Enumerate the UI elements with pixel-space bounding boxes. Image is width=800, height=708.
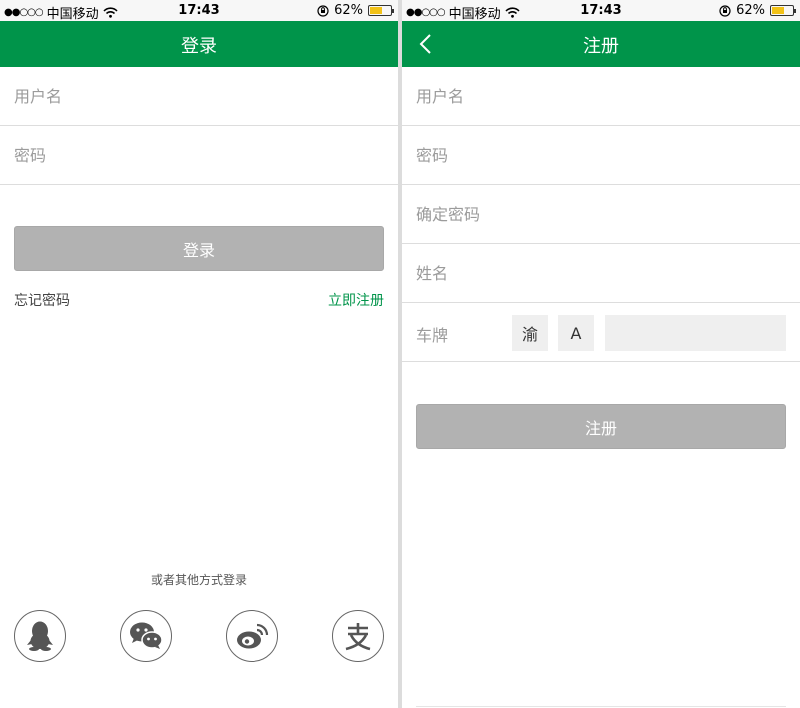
divider bbox=[416, 706, 786, 707]
alipay-icon bbox=[345, 623, 371, 651]
plate-province-select[interactable]: 渝 bbox=[512, 315, 548, 351]
qq-icon bbox=[27, 621, 53, 651]
plate-label: 车牌 bbox=[416, 326, 449, 345]
rotation-lock-icon bbox=[719, 4, 731, 17]
wechat-login-button[interactable] bbox=[120, 610, 172, 662]
status-bar: ●●○○○ 中国移动 17:43 62% bbox=[0, 0, 398, 22]
page-title: 登录 bbox=[181, 36, 217, 57]
password-row bbox=[0, 126, 398, 185]
password-row bbox=[402, 126, 800, 185]
nav-bar: 登录 bbox=[0, 21, 398, 67]
confirm-password-input[interactable] bbox=[416, 185, 786, 243]
password-input[interactable] bbox=[14, 126, 384, 184]
plate-letter-select[interactable]: A bbox=[558, 315, 594, 351]
page-title: 注册 bbox=[583, 36, 619, 57]
qq-login-button[interactable] bbox=[14, 610, 66, 662]
plate-row: 车牌 渝 A bbox=[402, 303, 800, 362]
wechat-icon bbox=[130, 622, 163, 649]
plate-number-input[interactable] bbox=[605, 315, 786, 351]
forgot-password-link[interactable]: 忘记密码 bbox=[14, 290, 70, 310]
battery-percent: 62% bbox=[736, 3, 765, 18]
password-input[interactable] bbox=[416, 126, 786, 184]
battery-icon bbox=[770, 5, 796, 16]
battery-icon bbox=[368, 5, 394, 16]
alipay-login-button[interactable] bbox=[332, 610, 384, 662]
login-screen: ●●○○○ 中国移动 17:43 62% 登录 用户名 登录 忘记密码 立即注册… bbox=[0, 0, 398, 708]
weibo-icon bbox=[237, 623, 269, 649]
rotation-lock-icon bbox=[317, 4, 329, 17]
register-now-link[interactable]: 立即注册 bbox=[328, 290, 384, 310]
weibo-login-button[interactable] bbox=[226, 610, 278, 662]
username-input[interactable] bbox=[416, 67, 786, 125]
name-row bbox=[402, 244, 800, 303]
username-row bbox=[0, 67, 398, 126]
nav-bar: 注册 bbox=[402, 21, 800, 67]
other-login-label: 或者其他方式登录 bbox=[150, 573, 247, 587]
username-input[interactable] bbox=[14, 67, 384, 125]
battery-level bbox=[772, 7, 785, 14]
login-button[interactable]: 登录 bbox=[14, 226, 384, 271]
confirm-password-row bbox=[402, 185, 800, 244]
register-button[interactable]: 注册 bbox=[416, 404, 786, 449]
register-screen: ●●○○○ 中国移动 17:43 62% 注册 用户名 姓名 车牌 渝 A 注册 bbox=[402, 0, 800, 708]
status-bar: ●●○○○ 中国移动 17:43 62% bbox=[402, 0, 800, 22]
battery-level bbox=[370, 7, 383, 14]
username-row bbox=[402, 67, 800, 126]
battery-percent: 62% bbox=[334, 3, 363, 18]
name-input[interactable] bbox=[416, 244, 786, 302]
